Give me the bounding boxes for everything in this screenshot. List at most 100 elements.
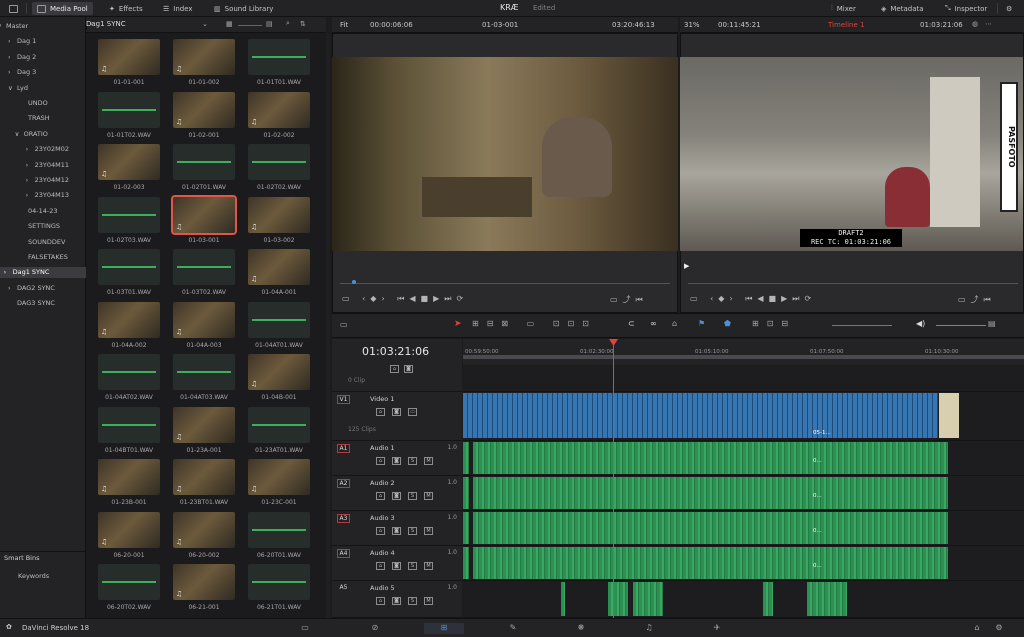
clip-item[interactable]: 01-01T01.WAV (248, 39, 310, 99)
settings-icon[interactable]: ⚙ (1001, 2, 1017, 15)
audio-clip[interactable] (561, 582, 565, 616)
fairlight-page-icon[interactable]: ♫ (642, 623, 656, 634)
selection-tool-icon[interactable]: ➤ (454, 319, 462, 329)
audio-clip[interactable] (463, 512, 469, 544)
track-name[interactable]: Audio 5 (370, 584, 395, 592)
bin-item[interactable]: ∨ Lyd (0, 83, 86, 94)
clip-item[interactable]: 01-04BT01.WAV (98, 406, 160, 467)
volume-slider[interactable] (936, 325, 986, 326)
track-name[interactable]: Audio 1 (370, 444, 395, 452)
track-monitor-icon[interactable]: ◙ (392, 597, 401, 605)
timeline-name[interactable]: Timeline 1 (828, 21, 864, 29)
track-id[interactable]: A2 (337, 479, 350, 488)
clip-item[interactable]: ♫ 06-20-001 (98, 511, 160, 572)
clip-item[interactable]: ♫ 01-03-002 (248, 196, 310, 257)
clip-item[interactable]: 01-01T02.WAV (98, 91, 160, 152)
source-transport-controls[interactable]: ▭ ‹◆› ⏮◀■▶⏭⟳ (342, 294, 468, 306)
link-icon[interactable]: ∞ (650, 319, 657, 328)
clip-item[interactable]: ♫ 06-21-001 (173, 564, 235, 624)
bin-item[interactable]: 04-14-23 (0, 206, 86, 217)
track-id[interactable]: A4 (337, 549, 350, 558)
bin-item[interactable]: SETTINGS (0, 221, 86, 232)
track-name[interactable]: Audio 3 (370, 514, 395, 522)
bin-item[interactable]: › 23Y02M02 (0, 144, 86, 155)
track-solo-button[interactable]: S (408, 492, 417, 500)
home-icon[interactable]: ⌂ (970, 623, 984, 634)
edit-page-icon[interactable]: ⊞ (424, 623, 464, 634)
track-mute-button[interactable]: M (424, 562, 433, 570)
timeline-transport-controls[interactable]: ▭ ‹◆› ⏮◀■▶⏭⟳ (690, 294, 816, 306)
audio-clip[interactable] (463, 477, 469, 509)
search-icon[interactable]: ⌕ (286, 19, 290, 28)
bin-chevron-icon[interactable]: › (8, 52, 11, 63)
bin-item[interactable]: ∨ ORATIO (0, 129, 86, 140)
track-lock-icon[interactable]: ⌂ (376, 492, 385, 500)
track-lock-icon[interactable]: ⌂ (376, 597, 385, 605)
zoom-slider[interactable] (238, 25, 262, 26)
clip-item[interactable]: ♫ 01-01-002 (173, 39, 235, 99)
bin-item[interactable]: › DAG2 SYNC (0, 283, 86, 294)
bin-chevron-icon[interactable]: ∨ (15, 129, 20, 140)
audio-clip[interactable] (633, 582, 663, 616)
audio-clip[interactable] (463, 547, 469, 579)
source-scrubber[interactable] (340, 283, 670, 284)
audio-clip[interactable] (473, 512, 948, 544)
monitor-icon[interactable] (4, 2, 23, 15)
track-solo-button[interactable]: S (408, 527, 417, 535)
clip-item[interactable]: ♫ 01-04A-003 (173, 301, 235, 362)
color-wheel-icon[interactable]: ◍ (972, 20, 978, 28)
track-name[interactable]: Audio 2 (370, 479, 395, 487)
bin-item[interactable]: › Dag 3 (0, 67, 86, 78)
bin-item[interactable]: ∨ Master (0, 21, 86, 32)
bin-chevron-icon[interactable]: › (26, 190, 29, 201)
clip-item[interactable]: 06-20T01.WAV (248, 511, 310, 572)
color-page-icon[interactable]: ❋ (574, 623, 588, 634)
bin-chevron-icon[interactable]: ∨ (8, 83, 13, 94)
bin-item[interactable]: › Dag1 SYNC (0, 267, 86, 279)
track-lock-icon[interactable]: ⌂ (376, 562, 385, 570)
track-mute-button[interactable]: M (424, 492, 433, 500)
video-clip[interactable] (463, 393, 938, 438)
track-solo-button[interactable]: S (408, 457, 417, 465)
clip-item[interactable]: ♫ 01-02-001 (173, 91, 235, 152)
pool-scrollbar[interactable] (326, 34, 330, 618)
media-pool-button[interactable]: Media Pool (32, 2, 93, 15)
track-monitor-icon[interactable]: ◙ (392, 457, 401, 465)
edit-tools-icons[interactable]: ⊞⊟⊠ ▭ ⊡⊡⊡ (472, 319, 597, 328)
audio-clip[interactable] (463, 442, 469, 474)
timeline-match-frame-icon[interactable]: ▭⤴⏮ (958, 294, 996, 306)
clip-item[interactable]: ♫ 01-04A-002 (98, 301, 160, 362)
marker-icon[interactable]: ⬟ (724, 319, 731, 328)
track-mute-button[interactable]: M (424, 597, 433, 605)
lock-icon[interactable]: ⌂ (672, 319, 677, 328)
bin-item[interactable]: › 23Y04M11 (0, 160, 86, 171)
clip-item[interactable]: 01-04AT01.WAV (248, 301, 310, 362)
deliver-page-icon[interactable]: ✈ (710, 623, 724, 634)
clip-item[interactable]: ♫ 01-02-002 (248, 91, 310, 152)
track-name[interactable]: Video 1 (370, 395, 394, 403)
sort-icon[interactable]: ⇅ (300, 20, 306, 28)
clip-item[interactable]: ♫ 01-23A-001 (173, 406, 235, 467)
fit-dropdown[interactable]: Fit (340, 21, 348, 29)
clip-item[interactable]: ♫ 01-23C-001 (248, 459, 310, 519)
audio-meter-icon[interactable]: ▤ (988, 319, 996, 328)
bin-item[interactable]: FALSETAKES (0, 252, 86, 263)
audio-clip[interactable] (473, 477, 948, 509)
audio-clip[interactable] (473, 547, 948, 579)
video-clip[interactable] (939, 393, 959, 438)
track-solo-button[interactable]: S (408, 562, 417, 570)
smart-bin-keywords[interactable]: Keywords (18, 572, 49, 580)
clip-item[interactable]: 01-03T02.WAV (173, 249, 235, 309)
timeline-scrubber[interactable] (688, 283, 1018, 284)
bin-item[interactable]: TRASH (0, 113, 86, 124)
bin-item[interactable]: › Dag 2 (0, 52, 86, 63)
clip-item[interactable]: 01-02T03.WAV (98, 196, 160, 257)
track-monitor-icon[interactable]: ◙ (392, 562, 401, 570)
speaker-icon[interactable]: ◀) (916, 319, 925, 328)
clip-item[interactable]: ♫ 01-01-001 (98, 39, 160, 99)
source-scrubber-handle[interactable] (352, 280, 356, 284)
clip-item[interactable]: 06-21T01.WAV (248, 564, 310, 624)
clip-item[interactable]: ♫ 06-20-002 (173, 511, 235, 572)
clip-item[interactable]: 06-20T02.WAV (98, 564, 160, 624)
track-id[interactable]: A5 (337, 584, 350, 593)
